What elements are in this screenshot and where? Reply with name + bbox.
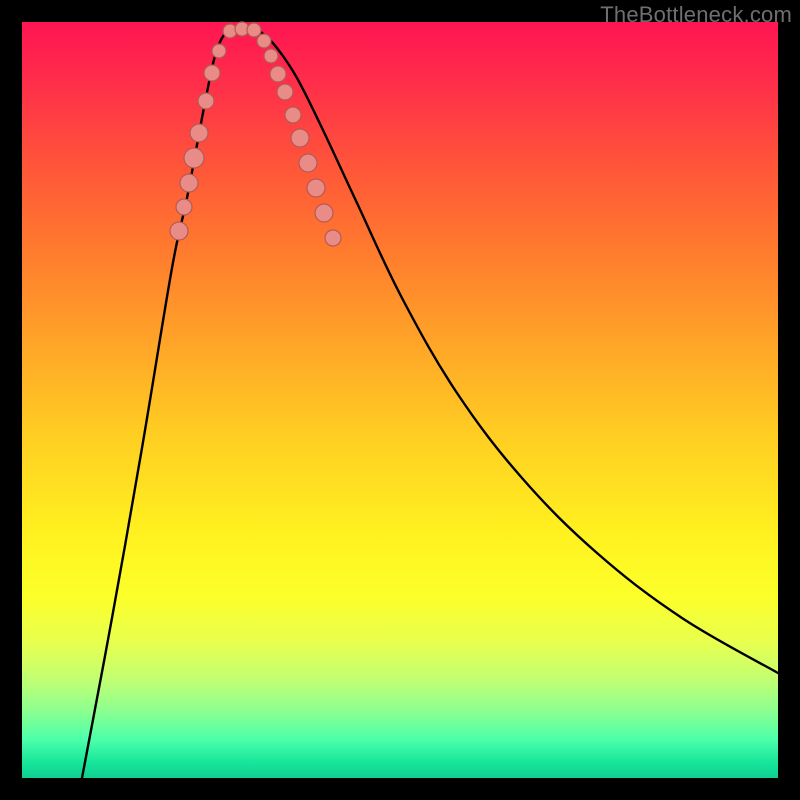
bead [264,49,278,63]
bead [277,84,293,100]
bead [315,204,333,222]
bead-cluster [170,22,341,246]
bead [198,93,214,109]
bead [247,23,261,37]
bottleneck-plot [22,22,778,778]
watermark-text: TheBottleneck.com [600,2,792,28]
bead [212,44,226,58]
bead [285,107,301,123]
bead [270,66,286,82]
bead [291,129,309,147]
bead [307,179,325,197]
bead [176,199,192,215]
bead [180,174,198,192]
bead [190,124,208,142]
bead [325,230,341,246]
bead [204,65,220,81]
bead [170,222,188,240]
left-curve [82,29,232,778]
right-curve [252,29,778,673]
bead [184,148,204,168]
chart-frame [22,22,778,778]
bead [257,34,271,48]
bead [299,154,317,172]
